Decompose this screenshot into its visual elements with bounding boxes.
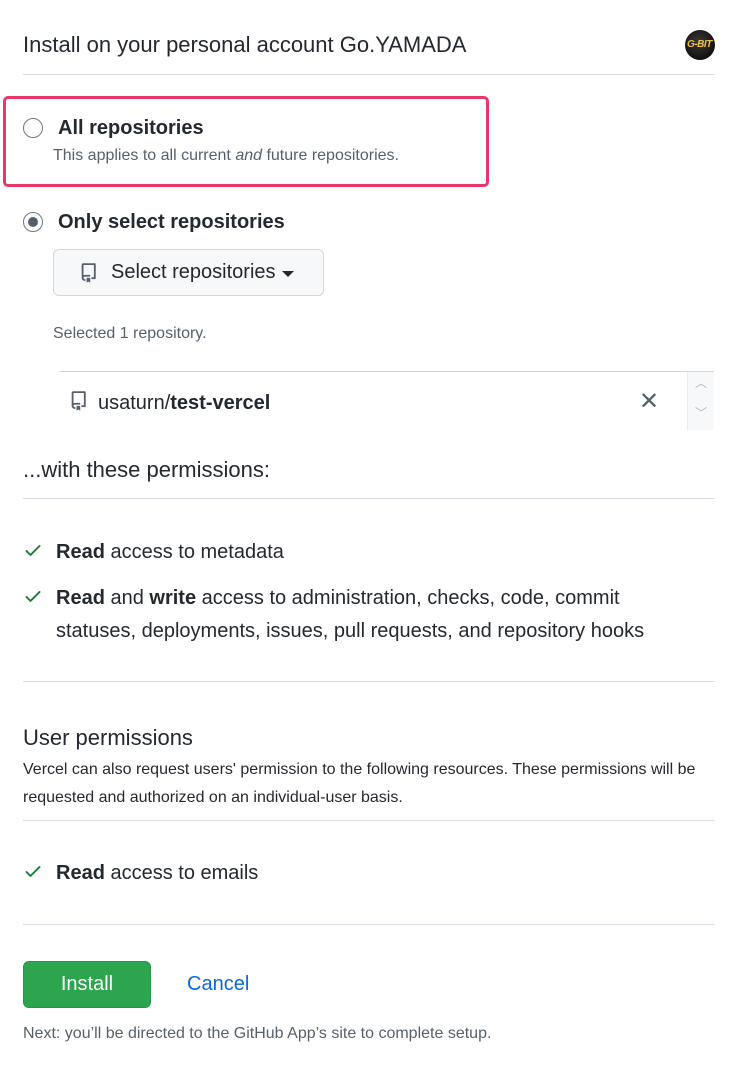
cancel-link[interactable]: Cancel — [187, 973, 249, 996]
scroll-up-icon[interactable]: ︿ — [695, 374, 707, 391]
repo-owner: usaturn/ — [98, 392, 171, 414]
caret-down-icon — [281, 270, 294, 277]
check-icon — [25, 866, 41, 877]
permissions-heading: ...with these permissions: — [23, 457, 270, 482]
only-select-label[interactable]: Only select repositories — [58, 211, 285, 234]
all-repositories-radio[interactable] — [23, 118, 43, 138]
permission-item: Read and write access to administration,… — [23, 582, 715, 648]
divider — [23, 924, 715, 925]
all-repositories-label[interactable]: All repositories — [58, 117, 204, 140]
selected-repo-list: usaturn/test-vercel ✕ ︿ ﹀ — [59, 371, 714, 430]
scroll-down-icon[interactable]: ﹀ — [695, 404, 707, 421]
repo-name: test-vercel — [170, 392, 271, 414]
divider — [23, 681, 715, 682]
highlight-annotation — [3, 96, 489, 187]
page-title: Install on your personal account Go.YAMA… — [23, 32, 467, 57]
selected-count: Selected 1 repository. — [53, 325, 207, 342]
avatar-logo-text: G-BIT — [687, 39, 712, 50]
next-step-note: Next: you’ll be directed to the GitHub A… — [23, 1025, 492, 1042]
user-permissions-heading: User permissions — [23, 725, 193, 750]
select-repositories-label: Select repositories — [111, 261, 276, 283]
avatar[interactable]: G-BIT — [685, 30, 715, 60]
divider — [23, 820, 715, 821]
all-repositories-description: This applies to all current and future r… — [53, 147, 399, 164]
user-permissions-description: Vercel can also request users' permissio… — [23, 761, 696, 806]
install-button[interactable]: Install — [23, 961, 151, 1008]
permission-item: Read access to metadata — [23, 536, 715, 569]
install-header: Install on your personal account Go.YAMA… — [23, 30, 715, 75]
permission-item: Read access to emails — [23, 857, 715, 890]
scrollbar[interactable]: ︿ ﹀ — [687, 372, 714, 430]
only-select-radio[interactable] — [23, 212, 43, 232]
select-repositories-button[interactable]: Select repositories — [53, 249, 324, 296]
list-item: usaturn/test-vercel — [98, 392, 270, 415]
check-icon — [25, 591, 41, 602]
divider — [23, 498, 715, 499]
repo-icon — [81, 262, 96, 283]
check-icon — [25, 545, 41, 556]
repo-icon — [71, 391, 86, 411]
remove-repo-icon[interactable]: ✕ — [639, 390, 659, 414]
